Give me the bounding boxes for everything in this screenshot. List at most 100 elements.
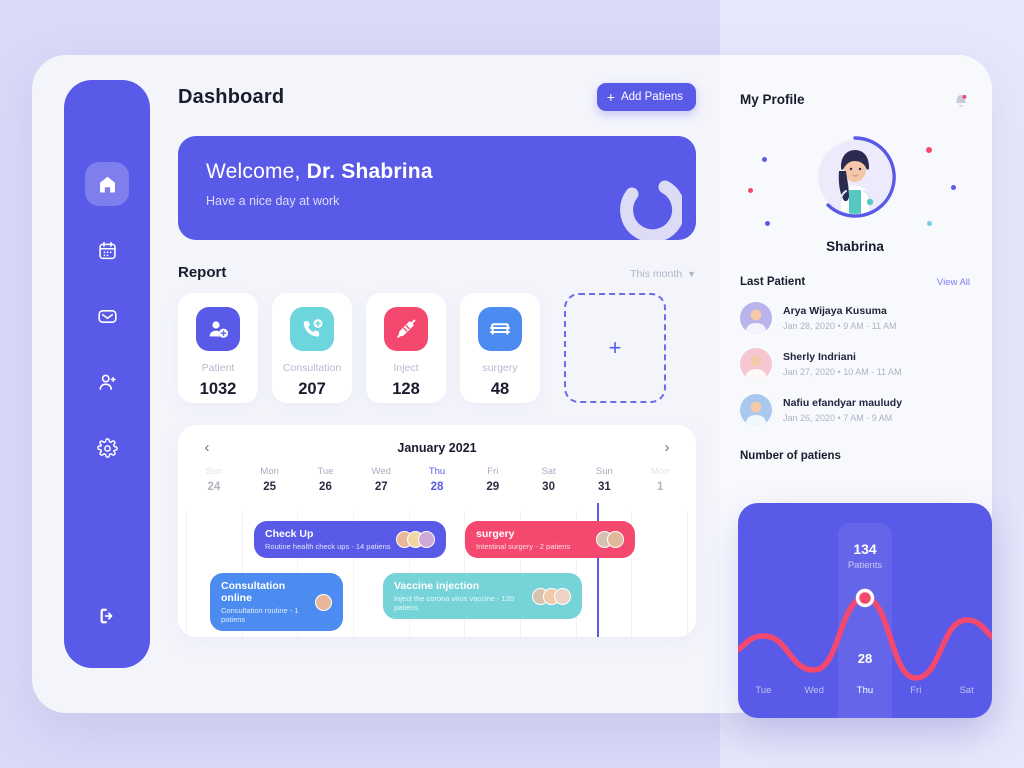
month-filter-label: This month [630, 268, 683, 280]
event-text: Vaccine injection Inject the corona virus… [394, 580, 532, 612]
calendar-day-headers: Sun 24 Mon 25 Tue 26 Wed 27 Thu 28 Fri 29 Sat 30 Sun 31… [178, 466, 696, 493]
calendar-day-name: Sun [595, 466, 613, 477]
report-header: Report This month ▼ [178, 264, 696, 281]
view-all-link[interactable]: View All [937, 277, 970, 288]
welcome-greeting-text: Welcome, [206, 160, 307, 183]
calendar-day-26[interactable]: Tue 26 [298, 466, 354, 493]
report-card-label: surgery [482, 362, 518, 374]
report-card-inject[interactable]: Inject 128 [366, 293, 446, 403]
profile-panel: My Profile Shabrina Last Patient View Al… [740, 92, 970, 462]
patient-info: Sherly Indriani Jan 27, 2020 • 10 AM - 11… [783, 351, 902, 377]
report-card-value: 1032 [199, 380, 237, 398]
avatar [418, 531, 435, 548]
avatar [607, 531, 624, 548]
calendar-day-31[interactable]: Sun 31 [576, 466, 632, 493]
patient-info: Nafiu efandyar mauludy Jan 26, 2020 • 7 A… [783, 397, 902, 423]
page-title: Dashboard [178, 85, 285, 108]
bell-icon[interactable] [952, 92, 970, 115]
calendar-day-27[interactable]: Wed 27 [353, 466, 409, 493]
event-subtitle: Inject the corona virus vaccine - 120 pa… [394, 594, 515, 612]
patient-schedule: Jan 28, 2020 • 9 AM - 11 AM [783, 321, 897, 331]
list-item[interactable]: Sherly Indriani Jan 27, 2020 • 10 AM - 11… [740, 348, 970, 380]
decorative-arc [608, 167, 686, 240]
last-patient-title: Last Patient [740, 276, 806, 288]
profile-header: My Profile [740, 92, 970, 115]
add-report-card-button[interactable]: + [564, 293, 666, 403]
welcome-greeting: Welcome, Dr. Shabrina [206, 160, 668, 184]
sidebar [64, 80, 150, 668]
add-patients-button[interactable]: + Add Patiens [596, 83, 696, 111]
avatar [740, 302, 772, 334]
sidebar-item-logout[interactable] [85, 596, 129, 640]
calendar-day-29[interactable]: Fri 29 [465, 466, 521, 493]
calendar-event[interactable]: Consultation online Consultation routine … [210, 573, 343, 631]
chart-x-tick-fri: Fri [910, 685, 922, 696]
sidebar-item-messages[interactable] [85, 294, 129, 338]
phone-plus-icon [290, 307, 334, 351]
calendar-day-number: 1 [656, 481, 664, 493]
welcome-subtitle: Have a nice day at work [206, 194, 340, 208]
list-item[interactable]: Arya Wijaya Kusuma Jan 28, 2020 • 9 AM - … [740, 302, 970, 334]
event-title: Vaccine injection [394, 580, 480, 592]
month-filter-dropdown[interactable]: This month ▼ [630, 268, 696, 280]
event-avatars [315, 593, 332, 611]
report-card-surgery[interactable]: surgery 48 [460, 293, 540, 403]
calendar-day-25[interactable]: Mon 25 [242, 466, 298, 493]
calendar-day-name: Thu [428, 466, 446, 477]
plus-icon: + [606, 89, 615, 105]
last-patient-list: Arya Wijaya Kusuma Jan 28, 2020 • 9 AM - … [740, 302, 970, 426]
avatar [315, 593, 332, 611]
add-patients-label: Add Patiens [620, 91, 683, 103]
event-avatars [532, 587, 571, 605]
report-card-consultation[interactable]: Consultation 207 [272, 293, 352, 403]
decor-dot [748, 188, 753, 193]
sidebar-item-patients[interactable] [85, 360, 129, 404]
calendar-header: ‹ January 2021 › [178, 425, 696, 466]
patient-info: Arya Wijaya Kusuma Jan 28, 2020 • 9 AM - … [783, 305, 897, 331]
decor-dot [762, 157, 767, 162]
calendar-day-name: Tue [317, 466, 334, 477]
report-card-patient[interactable]: Patient 1032 [178, 293, 258, 403]
calendar-day-name: Mon [650, 466, 670, 477]
event-title: surgery [476, 528, 515, 540]
report-card-label: Patient [201, 362, 235, 374]
calendar-day-number: 24 [207, 481, 221, 493]
calendar-day-28[interactable]: Thu 28 [409, 466, 465, 493]
calendar-panel: ‹ January 2021 › Sun 24 Mon 25 Tue 26 Wed 27 Thu… [178, 425, 696, 637]
calendar-next-button[interactable]: › [658, 439, 676, 456]
calendar-column [631, 511, 689, 637]
calendar-event[interactable]: Vaccine injection Inject the corona virus… [383, 573, 582, 619]
logout-icon [96, 605, 118, 632]
calendar-day-24[interactable]: Sun 24 [186, 466, 242, 493]
sidebar-item-settings[interactable] [85, 426, 129, 470]
event-subtitle: Intestinal surgery - 2 patiens [476, 542, 571, 551]
profile-title: My Profile [740, 92, 805, 107]
calendar-icon [97, 240, 118, 261]
event-text: Check Up Routine health check ups - 14 pa… [265, 528, 391, 551]
patients-chart-card[interactable]: 134 Patients 28 Tue Wed Thu Fri Sat [738, 503, 992, 718]
patient-schedule: Jan 27, 2020 • 10 AM - 11 AM [783, 367, 902, 377]
chart-highlight-daynum: 28 [857, 651, 873, 666]
calendar-prev-button[interactable]: ‹ [198, 439, 216, 456]
sidebar-item-home[interactable] [85, 162, 129, 206]
calendar-day-number: 25 [263, 481, 277, 493]
chart-x-axis: Tue Wed Thu Fri Sat [738, 685, 992, 696]
patient-schedule: Jan 26, 2020 • 7 AM - 9 AM [783, 413, 893, 423]
patient-name: Nafiu efandyar mauludy [783, 397, 903, 409]
calendar-day-name: Sat [541, 466, 556, 477]
profile-avatar-area [740, 133, 970, 226]
list-item[interactable]: Nafiu efandyar mauludy Jan 26, 2020 • 7 A… [740, 394, 970, 426]
report-card-label: Consultation [282, 362, 342, 374]
last-patient-header: Last Patient View All [740, 276, 970, 288]
calendar-day-name: Wed [371, 466, 391, 477]
calendar-event[interactable]: Check Up Routine health check ups - 14 pa… [254, 521, 446, 558]
calendar-day-1[interactable]: Mon 1 [632, 466, 688, 493]
profile-name: Shabrina [826, 239, 884, 254]
main-header: Dashboard + Add Patiens [178, 80, 696, 114]
calendar-event[interactable]: surgery Intestinal surgery - 2 patiens [465, 521, 635, 558]
event-title: Check Up [265, 528, 314, 540]
sidebar-item-calendar[interactable] [85, 228, 129, 272]
calendar-day-30[interactable]: Sat 30 [521, 466, 577, 493]
main-content: Dashboard + Add Patiens Welcome, Dr. Sha… [178, 80, 696, 637]
chevron-down-icon: ▼ [687, 269, 696, 279]
